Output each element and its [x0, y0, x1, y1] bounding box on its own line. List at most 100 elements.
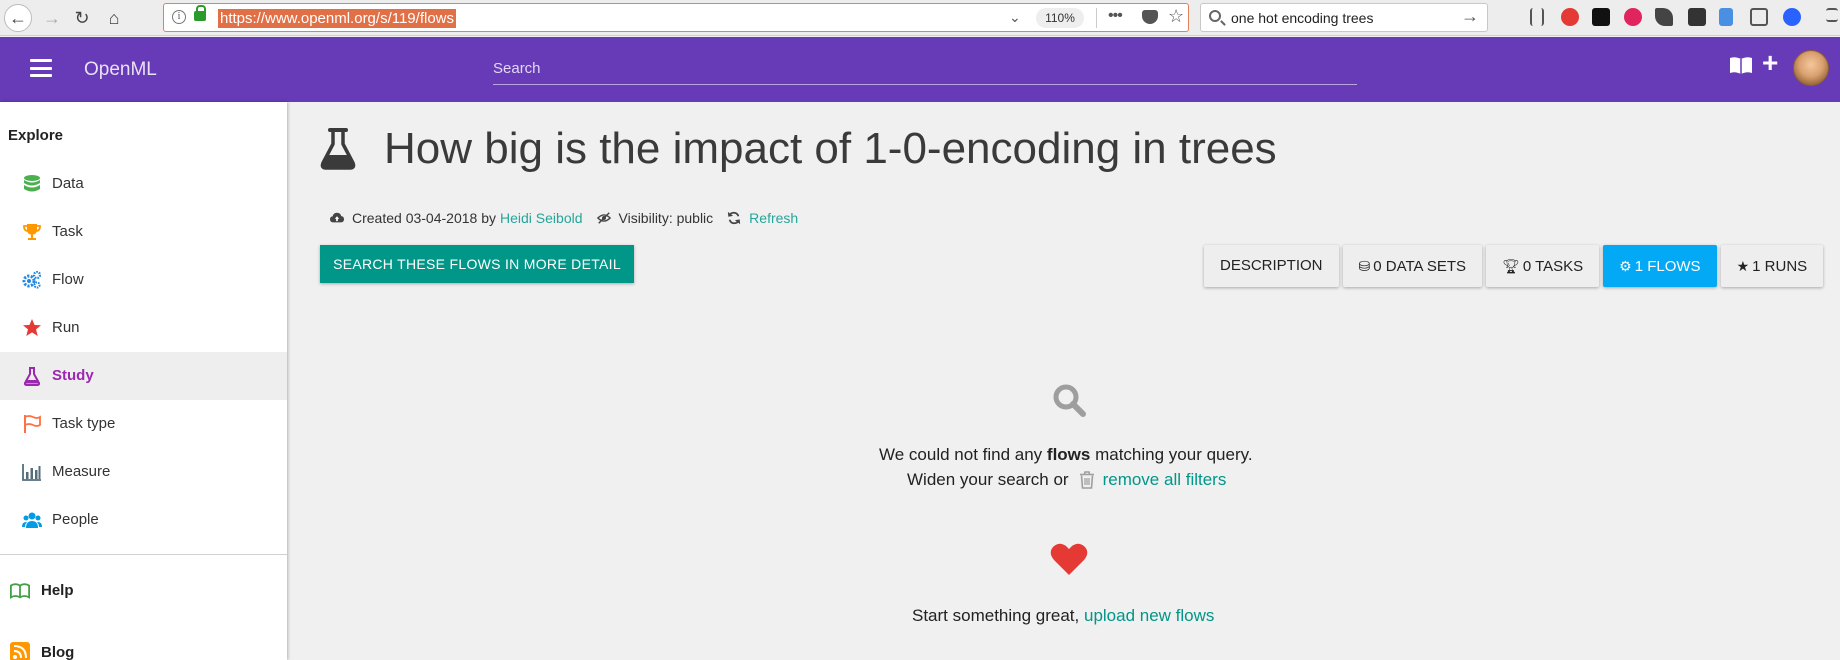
open-book-icon[interactable]: [1729, 55, 1753, 75]
sidebar-item-blog[interactable]: Blog: [0, 632, 287, 660]
reader-view-icon[interactable]: [1750, 8, 1768, 26]
database-icon: [24, 175, 40, 192]
pocket-extension-icon[interactable]: [1624, 8, 1642, 26]
study-tabs: DESCRIPTION ⛁ 0 DATA SETS 🏆︎ 0 TASKS ⚙ 1 FL…: [1204, 245, 1827, 287]
sidebar-item-label: Data: [52, 175, 84, 192]
tab-label: 0 TASKS: [1522, 258, 1584, 275]
sidebar-section-title: Explore: [8, 127, 64, 144]
refresh-link[interactable]: Refresh: [749, 210, 798, 226]
search-flows-detail-button[interactable]: SEARCH THESE FLOWS IN MORE DETAIL: [320, 245, 634, 283]
hamburger-menu-icon[interactable]: [30, 59, 52, 77]
go-arrow-icon[interactable]: →: [1461, 6, 1479, 27]
tab-tasks[interactable]: 🏆︎ 0 TASKS: [1486, 245, 1600, 287]
sidebar-item-label: Help: [41, 582, 74, 599]
site-search[interactable]: [493, 53, 1357, 85]
sidebar: Explore Data Task Flow Run Study Task ty…: [0, 102, 287, 660]
feather-extension-icon[interactable]: [1655, 8, 1673, 26]
sidebar-item-label: Task type: [52, 415, 116, 432]
sidebar-item-people[interactable]: People: [0, 496, 287, 544]
reload-button[interactable]: ↻: [68, 4, 96, 32]
upload-flows-link[interactable]: upload new flows: [1084, 606, 1214, 625]
terminal-extension-icon[interactable]: [1688, 8, 1706, 26]
document-extension-icon[interactable]: [1719, 8, 1733, 26]
pocket-icon[interactable]: [1142, 10, 1158, 24]
sidebar-item-label: Study: [52, 367, 94, 384]
search-icon: [1053, 384, 1086, 417]
cogs-icon: ⚙: [1619, 258, 1632, 274]
bookmark-star-icon[interactable]: ☆: [1168, 6, 1184, 27]
star-icon: ★: [1736, 258, 1750, 274]
sidebar-item-flow[interactable]: Flow: [0, 256, 287, 304]
tab-label: 0 DATA SETS: [1373, 258, 1467, 275]
library-icon[interactable]: [1530, 8, 1544, 26]
sidebar-item-label: Task: [52, 223, 83, 240]
rss-icon: [10, 642, 30, 660]
author-link[interactable]: Heidi Seibold: [500, 210, 583, 226]
flag-icon: [24, 415, 41, 433]
site-search-input[interactable]: [493, 53, 1357, 83]
sidebar-item-task-type[interactable]: Task type: [0, 400, 287, 448]
star-icon: [23, 319, 41, 336]
created-text: Created 03-04-2018 by: [352, 210, 496, 226]
chevron-down-icon[interactable]: ⌄: [1009, 9, 1021, 26]
sidebar-item-data[interactable]: Data: [0, 160, 287, 208]
url-text[interactable]: https://www.openml.org/s/119/flows: [218, 9, 456, 28]
eye-slash-icon: [596, 212, 611, 224]
browser-search-bar[interactable]: one hot encoding trees →: [1200, 3, 1488, 32]
sidebar-divider: [0, 554, 287, 555]
refresh-icon[interactable]: [727, 211, 741, 225]
menu-icon[interactable]: [1826, 8, 1838, 22]
sidebar-item-label: Blog: [41, 644, 75, 660]
lock-extension-icon[interactable]: [1592, 8, 1610, 26]
tab-runs[interactable]: ★ 1 RUNS: [1720, 245, 1824, 287]
forward-button[interactable]: →: [38, 4, 66, 32]
back-button[interactable]: ←: [4, 4, 32, 32]
page-title: How big is the impact of 1-0-encoding in…: [384, 124, 1277, 173]
info-icon[interactable]: i: [172, 10, 186, 24]
zoom-level[interactable]: 110%: [1036, 8, 1084, 28]
empty-message-prefix: We could not find any: [879, 445, 1047, 464]
empty-message-suffix: matching your query.: [1090, 445, 1253, 464]
tab-flows[interactable]: ⚙ 1 FLOWS: [1603, 245, 1717, 287]
database-icon: ⛁: [1358, 258, 1371, 274]
users-icon: [22, 512, 42, 528]
page-title-row: How big is the impact of 1-0-encoding in…: [320, 124, 1277, 174]
trophy-icon: [23, 224, 41, 240]
open-book-icon: [10, 583, 30, 599]
url-bar[interactable]: i https://www.openml.org/s/119/flows ⌄ 1…: [163, 3, 1189, 32]
upload-cta-text: Start something great,: [912, 606, 1084, 625]
sidebar-item-run[interactable]: Run: [0, 304, 287, 352]
trophy-icon: 🏆︎: [1502, 258, 1520, 274]
avatar[interactable]: [1793, 50, 1829, 86]
more-actions-icon[interactable]: •••: [1108, 7, 1123, 25]
sidebar-item-help[interactable]: Help: [0, 572, 287, 612]
sidebar-item-label: Measure: [52, 463, 111, 480]
sidebar-item-study[interactable]: Study: [0, 352, 287, 400]
meta-row: Created 03-04-2018 by Heidi Seibold Visi…: [330, 210, 798, 226]
tab-data-sets[interactable]: ⛁ 0 DATA SETS: [1342, 245, 1483, 287]
tab-description[interactable]: DESCRIPTION: [1204, 245, 1339, 287]
flask-icon: [23, 367, 41, 386]
cloud-upload-icon: [330, 212, 344, 223]
tomato-extension-icon[interactable]: [1561, 8, 1579, 26]
sidebar-item-task[interactable]: Task: [0, 208, 287, 256]
browser-search-text[interactable]: one hot encoding trees: [1231, 10, 1373, 26]
bar-chart-icon: [22, 464, 41, 481]
home-button[interactable]: ⌂: [100, 4, 128, 32]
cogs-icon: [22, 270, 42, 289]
add-icon[interactable]: +: [1762, 47, 1778, 79]
sidebar-item-label: Flow: [52, 271, 84, 288]
browser-toolbar: ← → ↻ ⌂ i https://www.openml.org/s/119/f…: [0, 0, 1840, 36]
heart-icon: [1050, 543, 1088, 575]
trash-icon[interactable]: [1079, 471, 1095, 489]
tab-label: 1 RUNS: [1752, 258, 1808, 275]
empty-message: We could not find any flows matching you…: [879, 445, 1253, 465]
upload-cta: Start something great, upload new flows: [912, 606, 1214, 626]
sidebar-item-measure[interactable]: Measure: [0, 448, 287, 496]
brand-name[interactable]: OpenML: [84, 59, 157, 81]
visibility-text: Visibility: public: [618, 210, 714, 226]
zoom-extension-icon[interactable]: [1783, 8, 1801, 26]
remove-filters-link[interactable]: remove all filters: [1103, 470, 1227, 490]
search-icon: [1209, 10, 1221, 22]
app-header: OpenML +: [0, 37, 1840, 102]
